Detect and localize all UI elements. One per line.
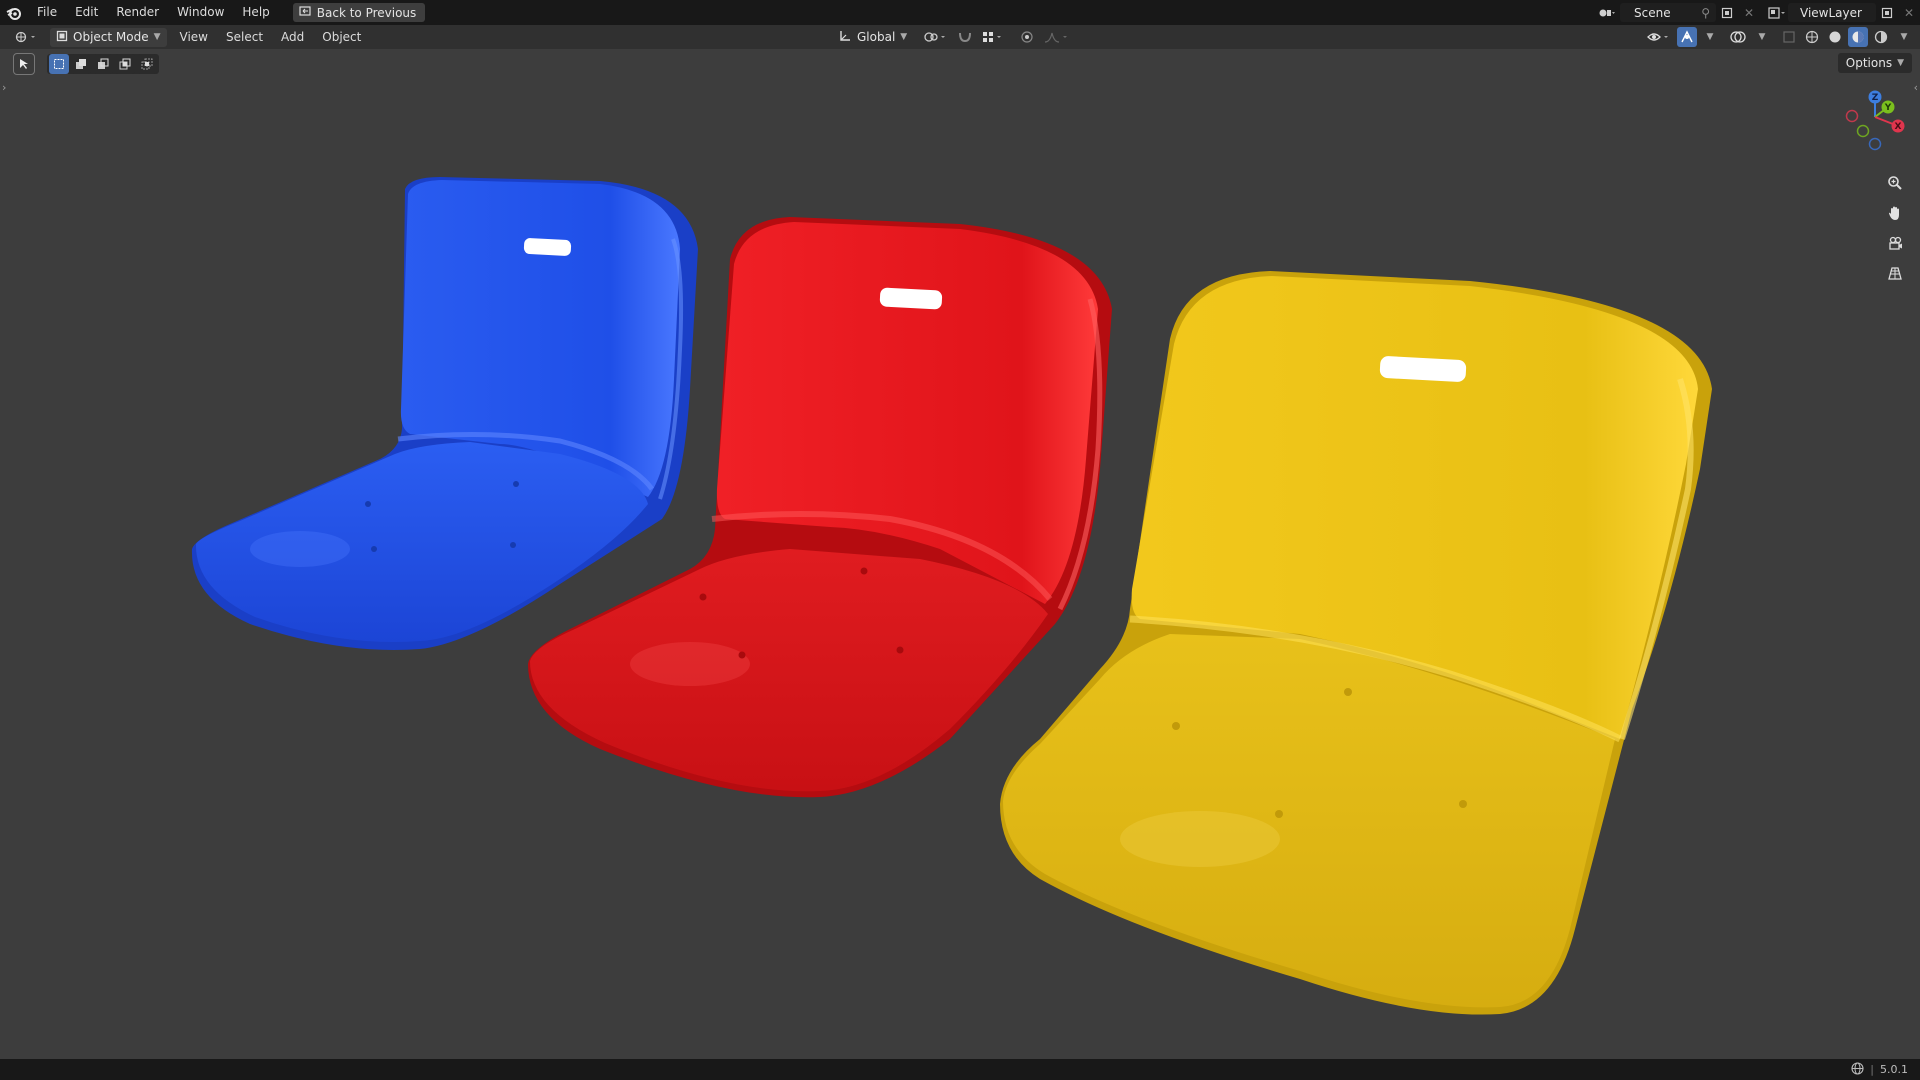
- menu-render[interactable]: Render: [107, 0, 168, 25]
- visibility-dropdown-icon[interactable]: [1644, 27, 1674, 47]
- new-scene-icon[interactable]: [1716, 3, 1738, 22]
- material-preview-shading-icon[interactable]: [1848, 27, 1868, 47]
- menu-view[interactable]: View: [171, 30, 217, 44]
- rendered-shading-icon[interactable]: [1871, 27, 1891, 47]
- editor-type-icon[interactable]: [12, 27, 40, 47]
- gizmo-options-dropdown[interactable]: ▼: [1700, 27, 1720, 47]
- orientation-label: Global: [857, 30, 896, 44]
- overlays-dropdown[interactable]: ▼: [1752, 27, 1772, 47]
- blue-seat[interactable]: [191, 177, 698, 650]
- status-bar: | 5.0.1: [0, 1059, 1920, 1080]
- yellow-seat[interactable]: [1000, 271, 1712, 1015]
- scene-name-field[interactable]: Scene ⚲: [1620, 3, 1716, 22]
- snap-toggle-icon[interactable]: [955, 27, 975, 47]
- red-seat-handle-slot: [879, 287, 943, 310]
- wireframe-shading-icon[interactable]: [1802, 27, 1822, 47]
- menu-select[interactable]: Select: [217, 30, 272, 44]
- blue-seat-handle-slot: [523, 238, 572, 256]
- proportional-editing-icon[interactable]: [1017, 27, 1037, 47]
- menu-object[interactable]: Object: [313, 30, 370, 44]
- pivot-point-icon[interactable]: [921, 27, 951, 47]
- blender-logo-icon[interactable]: [0, 0, 28, 25]
- viewport-header: Object Mode ▼ View Select Add Object Glo…: [0, 25, 1920, 49]
- object-mode-label: Object Mode: [73, 30, 149, 44]
- chevron-down-icon: ▼: [900, 32, 908, 42]
- shading-dropdown[interactable]: ▼: [1894, 27, 1914, 47]
- scene-selector-icon[interactable]: [1596, 3, 1618, 22]
- delete-scene-icon[interactable]: ✕: [1738, 3, 1760, 22]
- menu-file[interactable]: File: [28, 0, 66, 25]
- snap-target-icon[interactable]: [979, 27, 1007, 47]
- top-menu-bar: File Edit Render Window Help Back to Pre…: [0, 0, 1920, 25]
- back-to-previous-button[interactable]: Back to Previous: [292, 3, 426, 22]
- menu-help[interactable]: Help: [233, 0, 278, 25]
- menu-window[interactable]: Window: [168, 0, 233, 25]
- chevron-down-icon: ▼: [153, 32, 161, 42]
- overlays-toggle-icon[interactable]: [1727, 27, 1749, 47]
- view-layer-selector-icon[interactable]: [1766, 3, 1788, 22]
- delete-view-layer-icon[interactable]: ✕: [1898, 3, 1920, 22]
- 3d-viewport[interactable]: Options ▼ › ‹ Z Y X: [0, 49, 1920, 1059]
- falloff-icon[interactable]: [1041, 27, 1073, 47]
- object-mode-dropdown[interactable]: Object Mode ▼: [50, 27, 167, 47]
- globe-icon: [1851, 1061, 1864, 1078]
- pin-icon[interactable]: ⚲: [1701, 6, 1710, 20]
- screen-icon: [299, 5, 311, 20]
- object-mode-icon: [56, 30, 68, 45]
- yellow-seat-handle-slot: [1379, 356, 1467, 382]
- solid-shading-icon[interactable]: [1825, 27, 1845, 47]
- scene-render: [191, 177, 1712, 1015]
- back-to-previous-label: Back to Previous: [316, 5, 417, 20]
- orientation-icon: [838, 29, 852, 46]
- scene-name: Scene: [1634, 5, 1671, 20]
- menu-add[interactable]: Add: [272, 30, 313, 44]
- show-gizmo-toggle[interactable]: [1677, 27, 1697, 47]
- new-view-layer-icon[interactable]: [1876, 3, 1898, 22]
- menu-edit[interactable]: Edit: [66, 0, 107, 25]
- view-layer-name: ViewLayer: [1800, 5, 1862, 20]
- xray-toggle-icon[interactable]: [1779, 27, 1799, 47]
- version-label: 5.0.1: [1880, 1063, 1908, 1076]
- transform-orientation-dropdown[interactable]: Global ▼: [836, 27, 909, 47]
- status-separator: |: [1870, 1063, 1874, 1076]
- view-layer-field[interactable]: ViewLayer: [1788, 3, 1876, 22]
